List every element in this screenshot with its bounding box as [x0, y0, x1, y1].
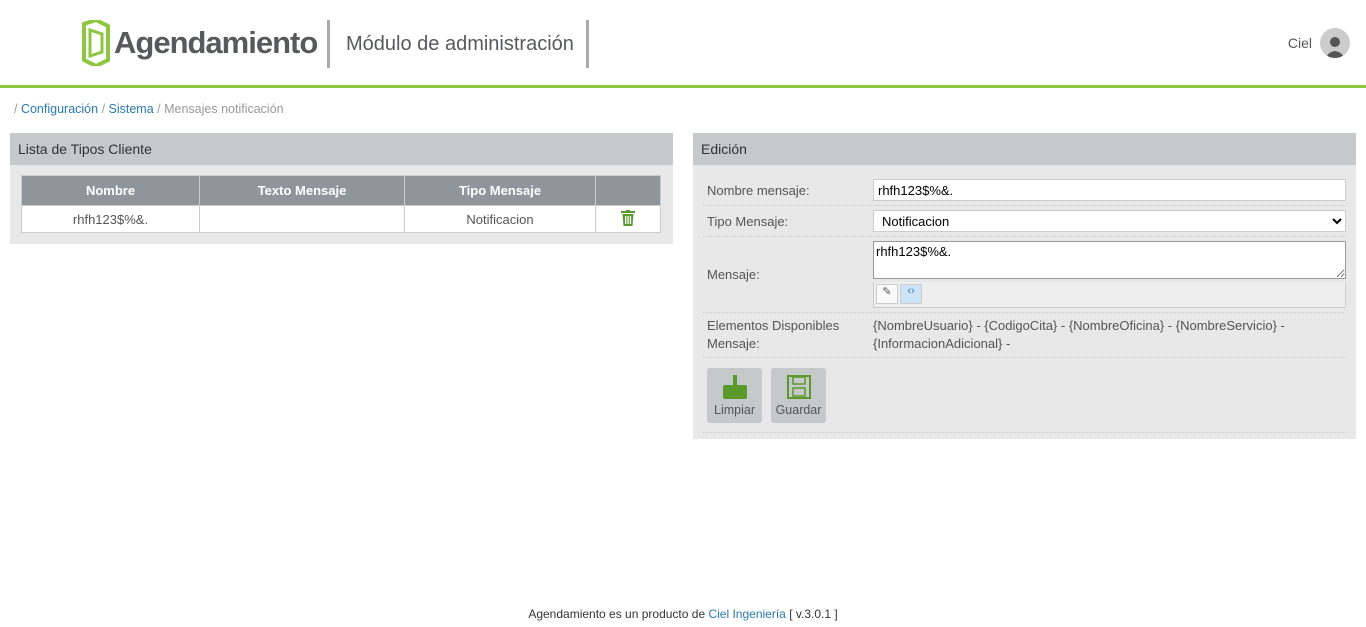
mensaje-textarea[interactable]: rhfh123$%&.	[873, 241, 1346, 279]
cell-texto	[199, 205, 405, 233]
cell-nombre: rhfh123$%&.	[21, 205, 200, 233]
cell-tipo: Notificacion	[404, 205, 596, 233]
version: [ v.3.0.1 ]	[789, 607, 838, 621]
pencil-icon[interactable]: ✎	[876, 284, 898, 304]
elementos-list: {NombreUsuario} - {CodigoCita} - {Nombre…	[873, 318, 1285, 351]
elementos-label: Elementos Disponibles Mensaje:	[707, 318, 840, 351]
breadcrumb-current: Mensajes notificación	[164, 102, 284, 116]
footer-link[interactable]: Ciel Ingeniería	[708, 607, 785, 621]
guardar-button[interactable]: Guardar	[771, 368, 826, 423]
avatar-icon	[1320, 28, 1350, 58]
edit-panel-title: Edición	[693, 133, 1356, 165]
divider	[586, 20, 589, 68]
list-table: Nombre Texto Mensaje Tipo Mensaje rhfh123$…	[21, 175, 661, 233]
logo-text: Agendamiento	[114, 25, 318, 60]
column-header[interactable]: Nombre	[21, 175, 200, 206]
mensaje-label: Mensaje:	[707, 267, 760, 282]
limpiar-label: Limpiar	[714, 402, 755, 417]
logo-icon	[82, 20, 110, 66]
column-header[interactable]: Texto Mensaje	[199, 175, 405, 206]
list-panel: Lista de Tipos Cliente Nombre Texto Mensa…	[10, 133, 673, 244]
module-title: Módulo de administración	[346, 33, 574, 55]
breadcrumb-sistema[interactable]: Sistema	[109, 102, 154, 116]
nombre-label: Nombre mensaje:	[707, 182, 810, 198]
logo[interactable]: Agendamiento	[82, 20, 318, 66]
tipo-select[interactable]: Notificacion	[873, 210, 1346, 232]
footer-text: Agendamiento es un producto de	[528, 607, 706, 621]
column-header[interactable]: Tipo Mensaje	[404, 175, 596, 206]
user-name: Ciel	[1287, 35, 1312, 51]
editor-toolbar: ✎ ‹›	[873, 282, 1346, 308]
user-menu[interactable]: Ciel	[1288, 28, 1350, 58]
code-icon[interactable]: ‹›	[900, 284, 922, 304]
table-row[interactable]: rhfh123$%&. Notificacion	[21, 205, 661, 233]
breadcrumb-configuracion[interactable]: Configuración	[21, 102, 98, 116]
header: Agendamiento Módulo de administración Ci…	[0, 0, 1366, 88]
nombre-input[interactable]	[873, 179, 1346, 201]
list-panel-title: Lista de Tipos Cliente	[10, 133, 673, 165]
trash-icon	[621, 209, 635, 226]
guardar-label: Guardar	[775, 402, 822, 417]
footer: Agendamiento es un producto de Ciel Inge…	[0, 607, 1366, 621]
divider	[327, 20, 330, 68]
save-icon	[786, 374, 811, 399]
breadcrumb: / Configuración / Sistema / Mensajes not…	[14, 102, 284, 116]
broom-icon	[722, 374, 747, 399]
limpiar-button[interactable]: Limpiar	[707, 368, 762, 423]
delete-button[interactable]	[595, 205, 661, 233]
edit-panel: Edición Nombre mensaje: Tipo Mensaje: Not…	[693, 133, 1356, 439]
tipo-label: Tipo Mensaje:	[707, 213, 789, 229]
